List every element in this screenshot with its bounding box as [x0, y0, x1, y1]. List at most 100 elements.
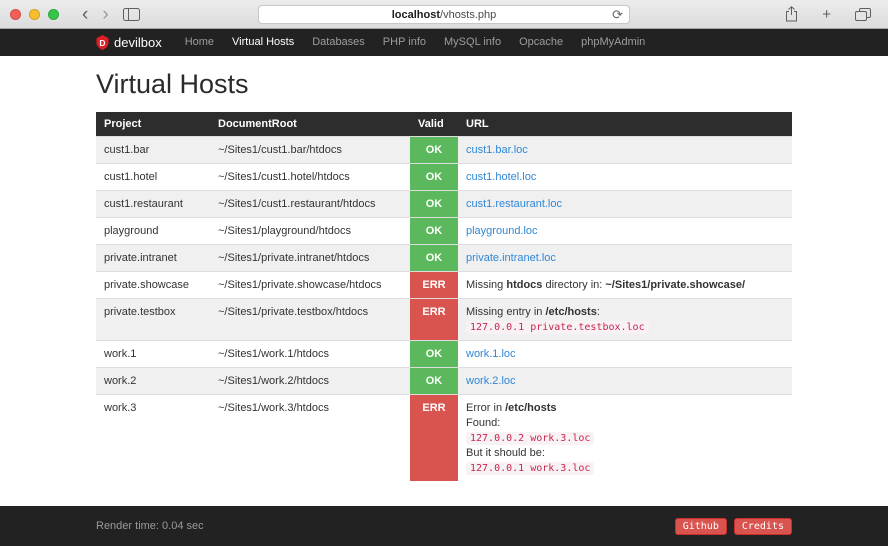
project-cell: cust1.restaurant: [96, 190, 210, 218]
hosts-entry-code: 127.0.0.1 work.3.loc: [466, 462, 595, 475]
vhost-link[interactable]: cust1.bar.loc: [466, 144, 528, 156]
navbar-menu: Home Virtual Hosts Databases PHP info MySQL …: [176, 29, 655, 56]
reload-icon[interactable]: ⟳: [612, 7, 623, 23]
valid-status-badge: OK: [410, 367, 458, 395]
project-cell: playground: [96, 217, 210, 245]
status-message-text: Missing entry in: [466, 306, 546, 318]
url-cell: Error in /etc/hosts Found: 127.0.0.2 work.…: [458, 394, 792, 481]
url-cell: playground.loc: [458, 217, 792, 245]
table-row: work.3 ~/Sites1/work.3/htdocs ERR Error in …: [96, 394, 792, 481]
table-row: work.1 ~/Sites1/work.1/htdocs OK work.1.loc: [96, 340, 792, 368]
nav-item-opcache[interactable]: Opcache: [510, 29, 572, 56]
url-domain: localhost: [391, 8, 441, 21]
docroot-cell: ~/Sites1/work.1/htdocs: [210, 340, 410, 368]
url-cell: private.intranet.loc: [458, 244, 792, 272]
valid-status-badge: OK: [410, 136, 458, 164]
back-icon[interactable]: ‹: [75, 5, 95, 24]
docroot-cell: ~/Sites1/work.2/htdocs: [210, 367, 410, 395]
nav-item-mysql-info[interactable]: MySQL info: [435, 29, 510, 56]
valid-status-badge: ERR: [410, 298, 458, 341]
url-cell: Missing htdocs directory in: ~/Sites1/pr…: [458, 271, 792, 299]
nav-item-phpmyadmin[interactable]: phpMyAdmin: [572, 29, 654, 56]
url-cell: work.2.loc: [458, 367, 792, 395]
table-row: private.showcase ~/Sites1/private.showcas…: [96, 271, 792, 299]
column-header-url: URL: [458, 112, 792, 137]
vhost-link[interactable]: playground.loc: [466, 225, 538, 237]
nav-item-databases[interactable]: Databases: [303, 29, 374, 56]
main-content: Virtual Hosts Project DocumentRoot Valid UR…: [0, 56, 888, 506]
docroot-cell: ~/Sites1/work.3/htdocs: [210, 394, 410, 481]
status-message-text: Missing: [466, 279, 507, 291]
valid-status-badge: ERR: [410, 271, 458, 299]
status-message-text: directory in:: [542, 279, 606, 291]
docroot-cell: ~/Sites1/cust1.restaurant/htdocs: [210, 190, 410, 218]
vhost-link[interactable]: cust1.hotel.loc: [466, 171, 536, 183]
column-header-valid: Valid: [410, 112, 458, 137]
table-row: playground ~/Sites1/playground/htdocs OK pl…: [96, 217, 792, 245]
address-bar[interactable]: localhost/vhosts.php ⟳: [258, 5, 630, 24]
credits-button[interactable]: Credits: [733, 517, 792, 535]
project-cell: work.1: [96, 340, 210, 368]
table-row: cust1.restaurant ~/Sites1/cust1.restauran…: [96, 190, 792, 218]
docroot-cell: ~/Sites1/private.testbox/htdocs: [210, 298, 410, 341]
docroot-cell: ~/Sites1/private.intranet/htdocs: [210, 244, 410, 272]
nav-item-home[interactable]: Home: [176, 29, 223, 56]
vhost-link[interactable]: cust1.restaurant.loc: [466, 198, 562, 210]
show-tabs-icon[interactable]: [848, 7, 878, 21]
valid-status-badge: OK: [410, 340, 458, 368]
github-button[interactable]: Github: [674, 517, 727, 535]
emphasized-text: htdocs: [506, 279, 543, 291]
window-controls: [10, 8, 59, 20]
forward-icon[interactable]: ›: [95, 5, 115, 24]
minimize-window-button[interactable]: [29, 8, 40, 20]
url-cell: cust1.restaurant.loc: [458, 190, 792, 218]
brand-link[interactable]: D devilbox: [96, 35, 162, 50]
table-row: work.2 ~/Sites1/work.2/htdocs OK work.2.loc: [96, 367, 792, 395]
share-icon[interactable]: [778, 6, 805, 22]
browser-chrome: ‹ › localhost/vhosts.php ⟳ +: [0, 0, 888, 29]
project-cell: private.testbox: [96, 298, 210, 341]
svg-text:D: D: [99, 38, 105, 48]
new-tab-icon[interactable]: +: [815, 5, 838, 24]
vhost-link[interactable]: work.2.loc: [466, 375, 516, 387]
nav-item-virtual-hosts[interactable]: Virtual Hosts: [223, 29, 303, 56]
table-row: cust1.hotel ~/Sites1/cust1.hotel/htdocs OK…: [96, 163, 792, 191]
docroot-cell: ~/Sites1/playground/htdocs: [210, 217, 410, 245]
table-header-row: Project DocumentRoot Valid URL: [96, 112, 792, 137]
devilbox-logo-icon: D: [96, 35, 109, 50]
emphasized-text: /etc/hosts: [545, 306, 597, 318]
column-header-project: Project: [96, 112, 210, 137]
valid-status-badge: OK: [410, 190, 458, 218]
project-cell: private.intranet: [96, 244, 210, 272]
url-cell: work.1.loc: [458, 340, 792, 368]
column-header-documentroot: DocumentRoot: [210, 112, 410, 137]
status-message-text: :: [596, 306, 600, 318]
hosts-entry-code: 127.0.0.1 private.testbox.loc: [466, 321, 649, 334]
render-time-label: Render time: 0.04 sec: [96, 520, 204, 532]
status-message-text: Error in: [466, 402, 506, 414]
brand-label: devilbox: [114, 35, 162, 50]
navbar: D devilbox Home Virtual Hosts Databases PHP…: [0, 29, 888, 56]
table-row: private.intranet ~/Sites1/private.intrane…: [96, 244, 792, 272]
valid-status-badge: OK: [410, 244, 458, 272]
project-cell: cust1.hotel: [96, 163, 210, 191]
close-window-button[interactable]: [10, 8, 21, 20]
docroot-cell: ~/Sites1/private.showcase/htdocs: [210, 271, 410, 299]
zoom-window-button[interactable]: [48, 8, 59, 20]
sidebar-icon[interactable]: [116, 7, 147, 21]
nav-item-php-info[interactable]: PHP info: [374, 29, 435, 56]
vhost-link[interactable]: work.1.loc: [466, 348, 516, 360]
vhost-table-body: cust1.bar ~/Sites1/cust1.bar/htdocs OK cust…: [96, 136, 792, 481]
project-cell: cust1.bar: [96, 136, 210, 164]
url-cell: cust1.bar.loc: [458, 136, 792, 164]
docroot-cell: ~/Sites1/cust1.hotel/htdocs: [210, 163, 410, 191]
status-message-text: Found:: [466, 417, 501, 429]
vhost-link[interactable]: private.intranet.loc: [466, 252, 556, 264]
status-message-text: But it should be:: [466, 447, 545, 459]
page-title: Virtual Hosts: [96, 69, 249, 99]
url-cell: Missing entry in /etc/hosts: 127.0.0.1 pr…: [458, 298, 792, 341]
table-row: private.testbox ~/Sites1/private.testbox/…: [96, 298, 792, 341]
valid-status-badge: OK: [410, 217, 458, 245]
valid-status-badge: OK: [410, 163, 458, 191]
toolbar-right: +: [778, 5, 878, 24]
